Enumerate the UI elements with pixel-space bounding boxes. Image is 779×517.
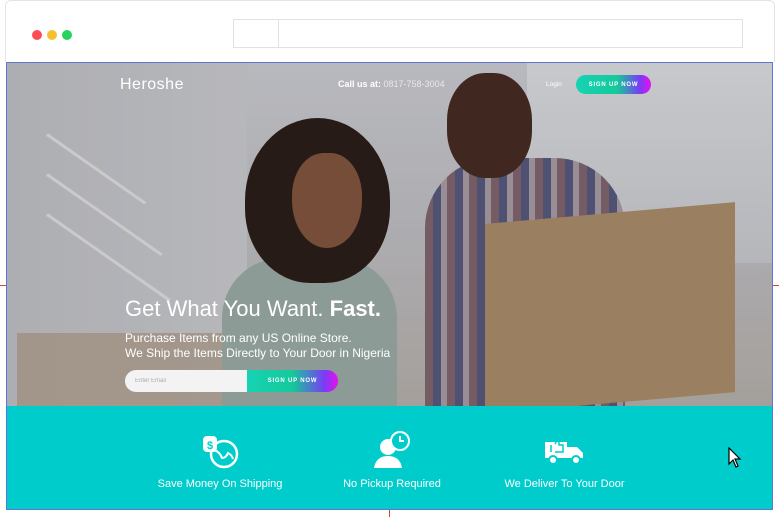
address-bar[interactable] (278, 19, 743, 48)
contact-phone: Call us at: 0817-758-3004 (338, 79, 445, 89)
header-signup-button[interactable]: SIGN UP NOW (576, 75, 651, 94)
phone-number[interactable]: 0817-758-3004 (384, 79, 445, 89)
features-section: $ Save Money On Shipping No Pickup Requi… (6, 406, 773, 510)
feature-label: No Pickup Required (343, 478, 441, 490)
hero-subtitle: Purchase Items from any US Online Store.… (125, 331, 390, 361)
design-guide-right (773, 285, 779, 286)
mouse-cursor-icon (728, 447, 742, 468)
hero-section: Heroshe Call us at: 0817-758-3004 Login … (6, 62, 773, 406)
feature-save-money: $ Save Money On Shipping (152, 430, 288, 490)
call-label: Call us at: (338, 79, 382, 89)
hero-subtitle-line1: Purchase Items from any US Online Store. (125, 331, 352, 345)
money-globe-icon: $ (198, 430, 242, 470)
feature-no-pickup: No Pickup Required (332, 430, 452, 490)
delivery-truck-icon (543, 430, 587, 470)
design-guide-vertical-bottom (389, 509, 390, 517)
headline-regular: Get What You Want. (125, 296, 324, 321)
feature-label: Save Money On Shipping (157, 478, 283, 490)
email-input[interactable] (125, 370, 247, 392)
browser-toolbar (5, 0, 775, 62)
feature-deliver: We Deliver To Your Door (497, 430, 632, 490)
signup-form: SIGN UP NOW (125, 370, 338, 392)
login-link[interactable]: Login (546, 81, 562, 88)
hero-subtitle-line2: We Ship the Items Directly to Your Door … (125, 346, 391, 360)
headline-bold: Fast. (329, 296, 381, 321)
close-window-button[interactable] (32, 30, 42, 40)
logo[interactable]: Heroshe (120, 76, 184, 94)
person-clock-icon (370, 430, 414, 470)
svg-text:$: $ (207, 440, 213, 452)
minimize-window-button[interactable] (47, 30, 57, 40)
hero-headline: Get What You Want. Fast. (125, 296, 381, 322)
feature-label: We Deliver To Your Door (504, 478, 625, 490)
maximize-window-button[interactable] (62, 30, 72, 40)
address-bar-prefix[interactable] (233, 19, 279, 48)
hero-signup-button[interactable]: SIGN UP NOW (247, 370, 338, 392)
